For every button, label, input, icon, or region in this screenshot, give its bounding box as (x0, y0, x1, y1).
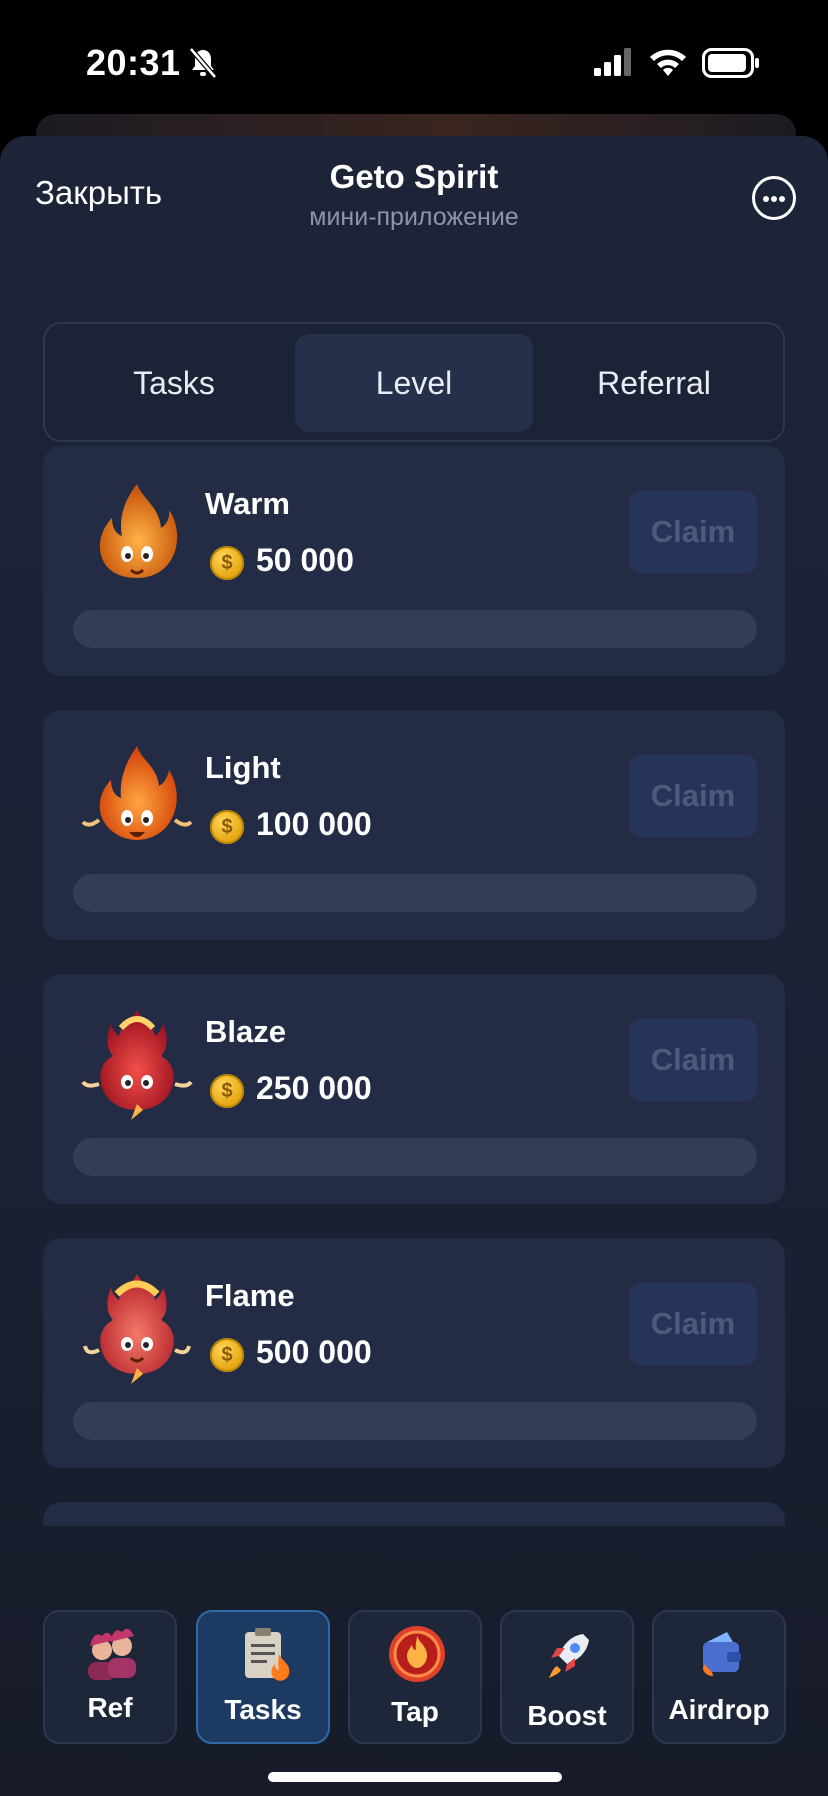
bell-muted-icon (189, 47, 217, 79)
rocket-icon (549, 1634, 589, 1678)
battery-icon (702, 48, 759, 78)
clock: 20:31 (86, 42, 181, 83)
nav-label: Airdrop (668, 1694, 770, 1725)
claim-button[interactable]: Claim (629, 1283, 757, 1365)
nav-tap[interactable]: Tap (348, 1610, 482, 1744)
more-options-icon[interactable] (752, 176, 796, 220)
level-card: Flame $ 500 000 Claim (43, 1238, 785, 1468)
level-name: Light (205, 750, 281, 785)
home-indicator[interactable] (268, 1772, 562, 1782)
app-subtitle: мини-приложение (309, 203, 519, 231)
tab-referral[interactable]: Referral (535, 334, 773, 432)
level-card: Warm $ 50 000 Claim (43, 446, 785, 676)
level-progress-bar (73, 874, 757, 912)
level-progress-bar (73, 1138, 757, 1176)
friends-icon (88, 1628, 136, 1680)
level-card-partial (43, 1502, 785, 1526)
coin-icon: $ (210, 546, 244, 580)
blaze-flame-icon (81, 1010, 193, 1120)
wifi-icon (650, 49, 686, 76)
level-progress-bar (73, 1402, 757, 1440)
clipboard-icon (245, 1628, 290, 1681)
level-name: Blaze (205, 1014, 286, 1049)
claim-button[interactable]: Claim (629, 491, 757, 573)
level-name: Warm (205, 486, 290, 521)
tab-bar: Tasks Level Referral (43, 322, 785, 442)
nav-label: Tasks (224, 1694, 302, 1725)
coin-icon: $ (210, 1338, 244, 1372)
claim-button[interactable]: Claim (629, 1019, 757, 1101)
status-bar: 20:31 (0, 0, 828, 120)
nav-ref[interactable]: Ref (43, 1610, 177, 1744)
light-flame-icon (81, 746, 193, 840)
flame-character-icon (83, 1274, 191, 1384)
nav-boost[interactable]: Boost (500, 1610, 634, 1744)
level-name: Flame (205, 1278, 295, 1313)
claim-button[interactable]: Claim (629, 755, 757, 837)
level-progress-bar (73, 610, 757, 648)
level-reward: 500 000 (256, 1334, 372, 1370)
level-reward: 50 000 (256, 542, 354, 578)
level-reward: 250 000 (256, 1070, 372, 1106)
level-card: Light $ 100 000 Claim (43, 710, 785, 940)
level-reward: 100 000 (256, 806, 372, 842)
nav-label: Ref (87, 1692, 133, 1723)
cellular-signal-icon (594, 48, 631, 76)
tab-level[interactable]: Level (295, 334, 533, 432)
nav-label: Tap (391, 1696, 439, 1727)
level-list[interactable]: Warm $ 50 000 Claim Light $ 100 000 Clai… (43, 446, 785, 1526)
wallet-icon (703, 1632, 741, 1676)
nav-tasks[interactable]: Tasks (196, 1610, 330, 1744)
warm-flame-icon (99, 484, 178, 578)
coin-icon: $ (210, 810, 244, 844)
nav-airdrop[interactable]: Airdrop (652, 1610, 786, 1744)
coin-icon: $ (210, 1074, 244, 1108)
tab-tasks[interactable]: Tasks (55, 334, 293, 432)
app-title: Geto Spirit (329, 158, 499, 195)
level-card: Blaze $ 250 000 Claim (43, 974, 785, 1204)
nav-label: Boost (527, 1700, 607, 1731)
tap-coin-icon (389, 1626, 445, 1682)
